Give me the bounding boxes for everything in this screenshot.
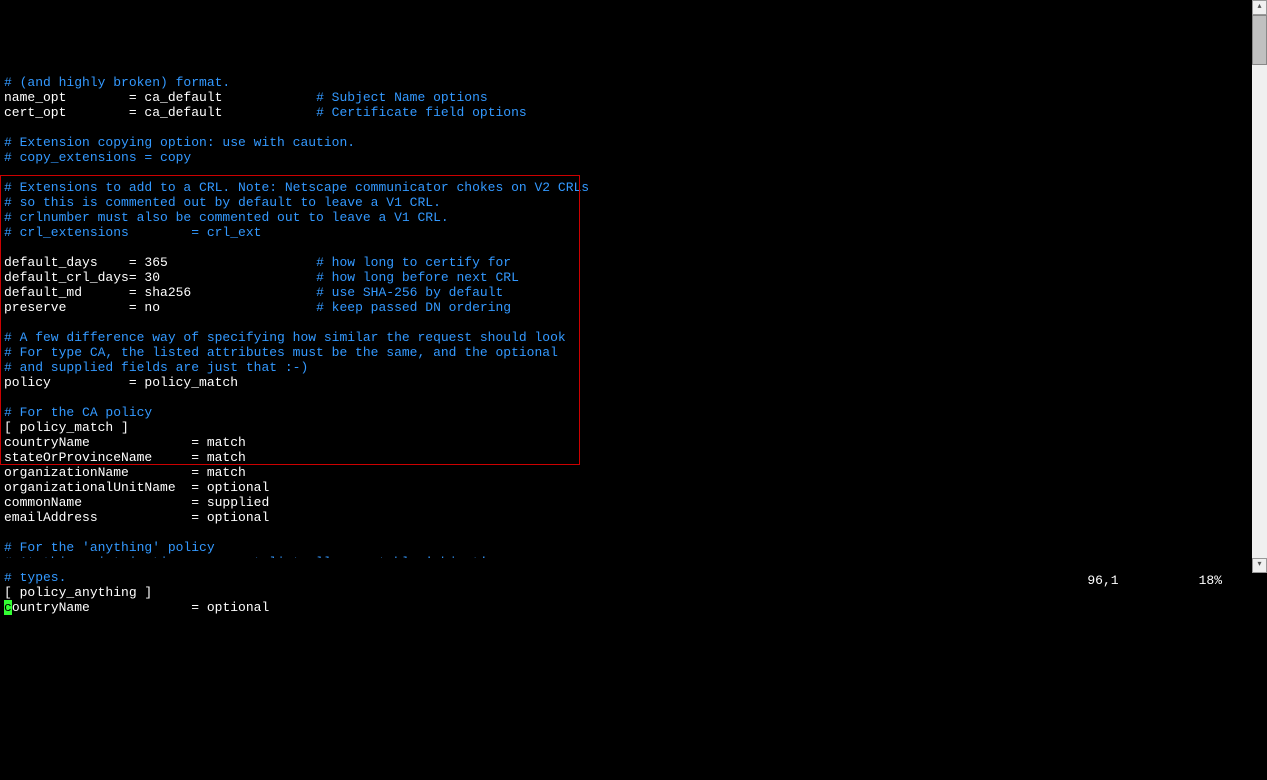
config-line: default_md = sha256	[4, 285, 316, 300]
config-line: emailAddress = optional	[4, 510, 269, 525]
config-line: preserve = no	[4, 300, 316, 315]
section-header: [ policy_match ]	[4, 420, 129, 435]
comment-inline: # Subject Name options	[316, 90, 488, 105]
comment-line: # For the CA policy	[4, 405, 152, 420]
config-line: ountryName = optional	[12, 600, 269, 615]
comment-inline: # use SHA-256 by default	[316, 285, 503, 300]
config-line: policy = policy_match	[4, 375, 238, 390]
config-line: default_days = 365	[4, 255, 316, 270]
comment-line: # crl_extensions = crl_ext	[4, 225, 261, 240]
config-line: name_opt = ca_default	[4, 90, 316, 105]
config-line: stateOrProvinceName = match	[4, 450, 246, 465]
comment-line: # (and highly broken) format.	[4, 75, 230, 90]
comment-inline: # how long before next CRL	[316, 270, 519, 285]
config-line: organizationalUnitName = optional	[4, 480, 269, 495]
scrollbar[interactable]: ▴ ▾	[1252, 0, 1267, 573]
config-line: cert_opt = ca_default	[4, 105, 316, 120]
comment-inline: # how long to certify for	[316, 255, 511, 270]
file-percent: 18%	[1199, 573, 1222, 588]
scrollbar-up-icon[interactable]: ▴	[1252, 0, 1267, 15]
comment-line: # For the 'anything' policy	[4, 540, 215, 555]
comment-line: # copy_extensions = copy	[4, 150, 191, 165]
comment-line: # For type CA, the listed attributes mus…	[4, 345, 558, 360]
comment-line: # so this is commented out by default to…	[4, 195, 441, 210]
status-bar: 96,118%	[0, 558, 1252, 573]
comment-line: # Extension copying option: use with cau…	[4, 135, 355, 150]
comment-inline: # Certificate field options	[316, 105, 527, 120]
config-line: commonName = supplied	[4, 495, 269, 510]
scrollbar-thumb[interactable]	[1252, 15, 1267, 65]
comment-line: # Extensions to add to a CRL. Note: Nets…	[4, 180, 589, 195]
section-header: [ policy_anything ]	[4, 585, 152, 600]
config-line: default_crl_days= 30	[4, 270, 316, 285]
scrollbar-down-icon[interactable]: ▾	[1252, 558, 1267, 573]
comment-line: # A few difference way of specifying how…	[4, 330, 566, 345]
terminal-content[interactable]: # (and highly broken) format. name_opt =…	[0, 60, 1267, 615]
comment-line: # crlnumber must also be commented out t…	[4, 210, 449, 225]
config-line: organizationName = match	[4, 465, 246, 480]
cursor-position: 96,1	[1087, 573, 1118, 588]
comment-inline: # keep passed DN ordering	[316, 300, 511, 315]
cursor: c	[4, 600, 12, 615]
config-line: countryName = match	[4, 435, 246, 450]
comment-line: # and supplied fields are just that :-)	[4, 360, 308, 375]
